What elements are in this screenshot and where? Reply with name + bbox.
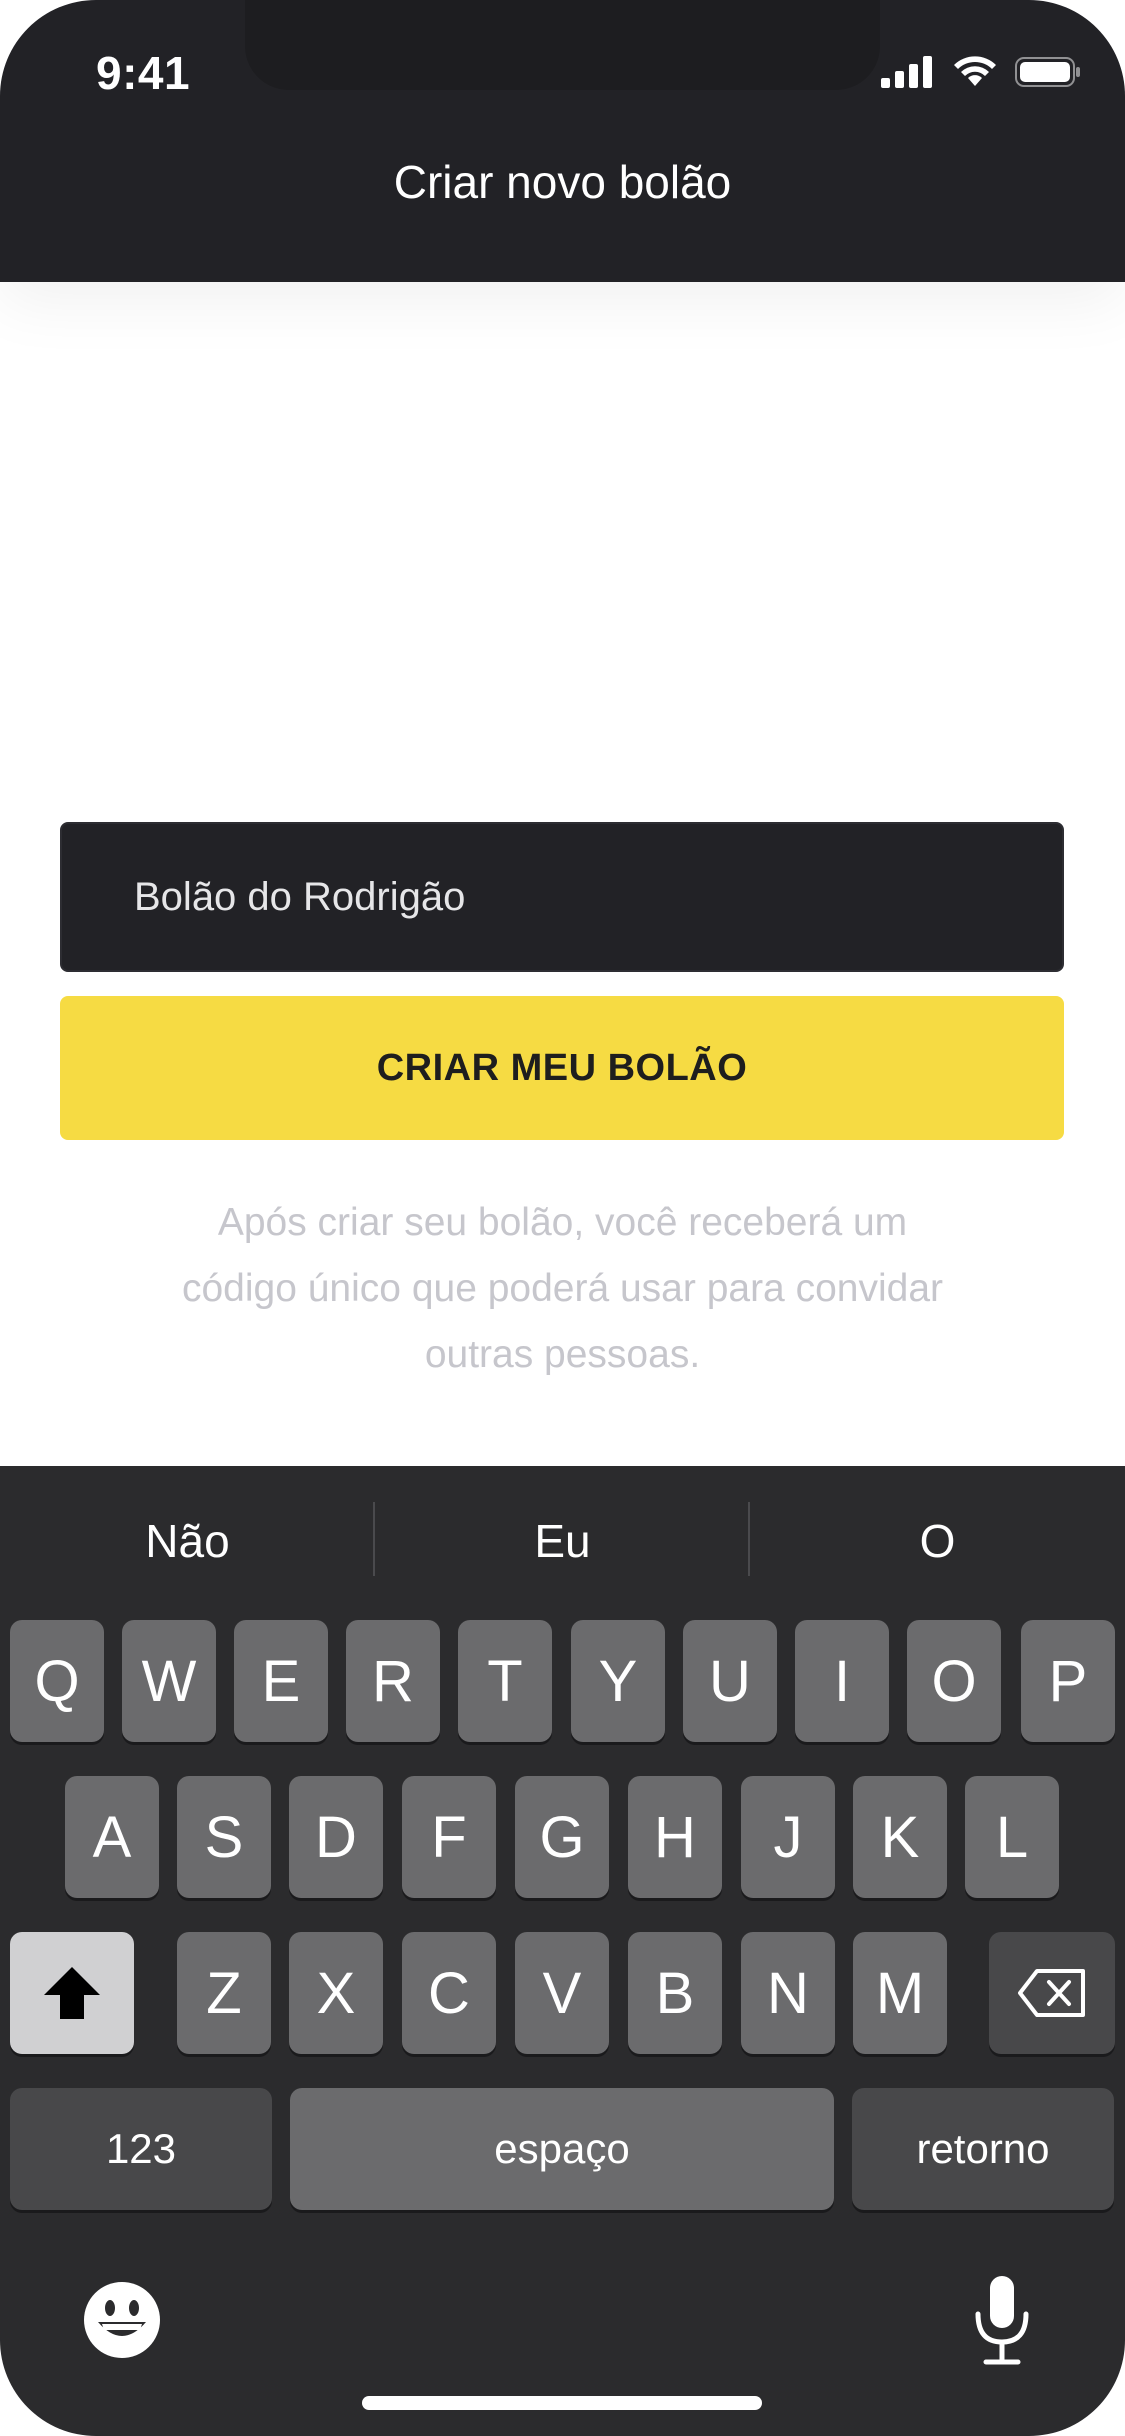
key-s[interactable]: S [177,1776,271,1898]
app-screen: 9:41 Criar novo bolão Bolão do Rodrigão [0,0,1125,2436]
key-d[interactable]: D [289,1776,383,1898]
key-r[interactable]: R [346,1620,440,1742]
key-f[interactable]: F [402,1776,496,1898]
delete-key[interactable] [989,1932,1115,2054]
header: 9:41 Criar novo bolão [0,0,1125,282]
battery-icon [1015,57,1080,87]
key-g[interactable]: G [515,1776,609,1898]
home-indicator [362,2396,762,2410]
key-h[interactable]: H [628,1776,722,1898]
suggestion-1[interactable]: Não [0,1506,375,1576]
key-n[interactable]: N [741,1932,835,2054]
key-c[interactable]: C [402,1932,496,2054]
status-icons [881,56,1081,88]
key-y[interactable]: Y [571,1620,665,1742]
status-time: 9:41 [96,47,191,99]
device-notch [245,0,880,90]
key-p[interactable]: P [1021,1620,1115,1742]
key-k[interactable]: K [853,1776,947,1898]
key-v[interactable]: V [515,1932,609,2054]
key-b[interactable]: B [628,1932,722,2054]
key-j[interactable]: J [741,1776,835,1898]
helper-line: código único que poderá usar para convid… [181,1267,943,1310]
backspace-icon [1018,1969,1085,2017]
helper-line: Após criar seu bolão, você receberá um [217,1201,908,1244]
key-x[interactable]: X [289,1932,383,2054]
space-key[interactable]: espaço [290,2088,834,2210]
helper-line: outras pessoas. [424,1333,701,1376]
key-q[interactable]: Q [10,1620,104,1742]
key-m[interactable]: M [853,1932,947,2054]
key-u[interactable]: U [683,1620,777,1742]
suggestion-bar: Não Eu O [0,1466,1125,1616]
keyboard: Não Eu O Q W E R T Y U I O P A S D F G H… [0,1466,1125,2436]
page-title: Criar novo bolão [393,156,732,208]
wifi-icon [954,56,996,86]
key-l[interactable]: L [965,1776,1059,1898]
key-t[interactable]: T [458,1620,552,1742]
pool-name-input[interactable]: Bolão do Rodrigão [60,822,1064,972]
pool-name-value: Bolão do Rodrigão [134,874,466,919]
key-e[interactable]: E [234,1620,328,1742]
shift-icon [44,1967,100,2019]
suggestion-2[interactable]: Eu [375,1506,750,1576]
key-o[interactable]: O [907,1620,1001,1742]
create-pool-button[interactable]: CRIAR MEU BOLÃO [60,996,1064,1140]
microphone-icon[interactable] [970,2274,1034,2366]
key-a[interactable]: A [65,1776,159,1898]
return-key[interactable]: retorno [852,2088,1114,2210]
suggestion-3[interactable]: O [750,1506,1125,1576]
key-w[interactable]: W [122,1620,216,1742]
helper-text: Após criar seu bolão, você receberá um c… [140,1190,985,1388]
key-z[interactable]: Z [177,1932,271,2054]
key-i[interactable]: I [795,1620,889,1742]
shift-key[interactable] [10,1932,134,2054]
signal-icon [881,56,932,88]
numbers-key[interactable]: 123 [10,2088,272,2210]
emoji-icon[interactable] [82,2280,162,2360]
